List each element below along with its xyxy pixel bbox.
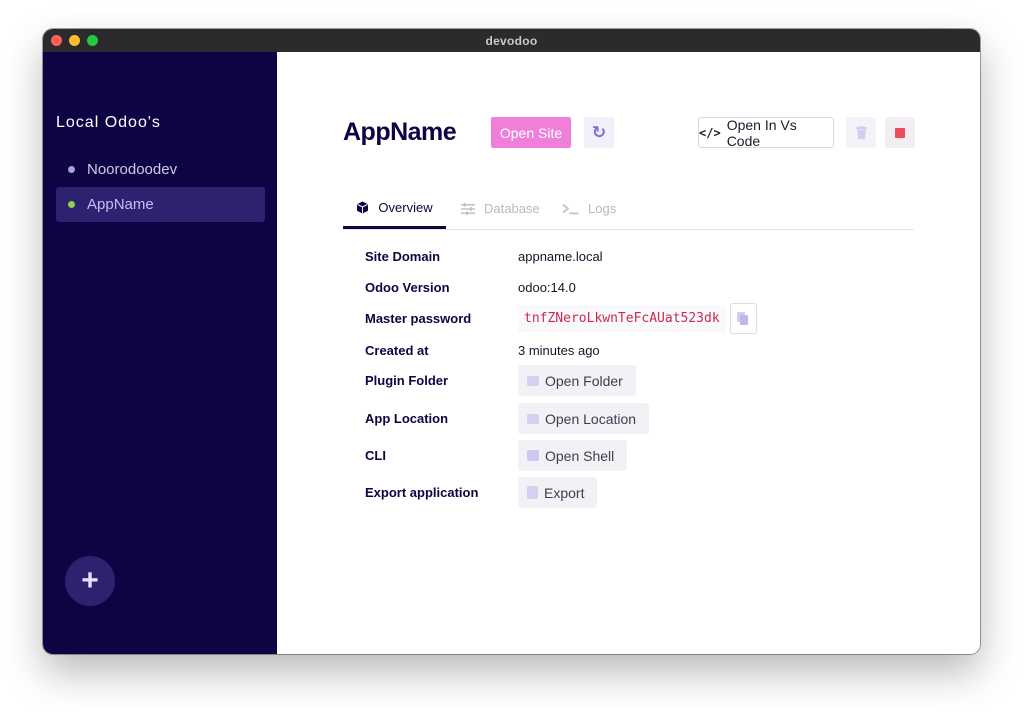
detail-label: Odoo Version	[365, 280, 450, 295]
detail-label: Created at	[365, 343, 429, 358]
tab-label: Database	[484, 201, 540, 216]
sidebar-title: Local Odoo's	[56, 114, 161, 131]
cube-icon	[357, 201, 369, 214]
open-shell-button[interactable]: Open Shell	[518, 440, 628, 471]
close-window-button[interactable]	[51, 35, 62, 46]
terminal-window-icon	[527, 450, 539, 461]
trash-icon	[855, 126, 867, 139]
maximize-window-button[interactable]	[87, 35, 98, 46]
status-dot-icon	[68, 166, 75, 173]
detail-label: CLI	[365, 448, 386, 463]
detail-row-app-location: App Location Open Location	[365, 403, 885, 434]
open-folder-button[interactable]: Open Folder	[518, 365, 636, 396]
tab-database[interactable]: Database	[461, 189, 540, 228]
refresh-button[interactable]: ↻	[584, 117, 614, 148]
open-location-button[interactable]: Open Location	[518, 403, 650, 434]
folder-icon	[527, 375, 539, 386]
open-shell-label: Open Shell	[545, 447, 615, 464]
detail-row-odoo-version: Odoo Version odoo:14.0	[365, 280, 885, 295]
detail-label: App Location	[365, 411, 449, 426]
window-controls	[51, 35, 98, 46]
tab-label: Overview	[378, 200, 433, 215]
app-window: devodoo Local Odoo's Noorodoodev AppName…	[43, 29, 980, 654]
detail-label: Master password	[365, 311, 472, 326]
detail-row-cli: CLI Open Shell	[365, 440, 885, 471]
status-dot-icon	[68, 201, 75, 208]
sidebar-item-label: Noorodoodev	[87, 161, 178, 178]
sidebar-list: Noorodoodev AppName	[56, 152, 265, 222]
window-title: devodoo	[485, 33, 538, 48]
title-bar: devodoo	[43, 29, 980, 52]
code-icon: </>	[699, 125, 721, 140]
sliders-icon	[461, 202, 475, 215]
detail-row-site-domain: Site Domain appname.local	[365, 249, 885, 264]
page-title: AppName	[343, 118, 457, 146]
tab-overview[interactable]: Overview	[343, 189, 446, 229]
export-button[interactable]: Export	[518, 477, 598, 508]
folder-icon	[527, 413, 539, 424]
main-panel: AppName Open Site ↻ </> Open In Vs Code	[277, 52, 980, 654]
detail-label: Site Domain	[365, 249, 441, 264]
detail-label: Export application	[365, 485, 479, 500]
master-password-value: tnfZNeroLkwnTeFcAUat523dk	[518, 305, 726, 332]
open-in-vscode-label: Open In Vs Code	[726, 116, 797, 149]
site-domain-value: appname.local	[518, 249, 603, 264]
minimize-window-button[interactable]	[69, 35, 80, 46]
sidebar-item-appname[interactable]: AppName	[56, 187, 265, 222]
delete-button[interactable]	[846, 117, 876, 148]
sidebar-item-noorodoodev[interactable]: Noorodoodev	[56, 152, 265, 187]
created-at-value: 3 minutes ago	[518, 343, 600, 358]
stop-button[interactable]	[885, 117, 915, 148]
sidebar-item-label: AppName	[87, 196, 154, 213]
open-location-label: Open Location	[545, 410, 637, 427]
plus-icon: +	[81, 564, 99, 597]
terminal-icon	[562, 203, 579, 214]
open-in-vscode-button[interactable]: </> Open In Vs Code	[698, 116, 834, 149]
tab-bar: Overview Database Logs	[343, 189, 914, 230]
open-site-button[interactable]: Open Site	[491, 117, 571, 148]
file-export-icon	[527, 486, 538, 499]
detail-row-plugin-folder: Plugin Folder Open Folder	[365, 365, 885, 396]
export-label: Export	[544, 484, 585, 501]
detail-row-export: Export application Export	[365, 477, 885, 508]
copy-password-button[interactable]	[729, 303, 757, 334]
odoo-version-value: odoo:14.0	[518, 280, 576, 295]
add-instance-button[interactable]: +	[65, 556, 115, 606]
tab-label: Logs	[588, 201, 617, 216]
open-folder-label: Open Folder	[545, 372, 623, 389]
copy-icon	[737, 312, 749, 325]
tab-logs[interactable]: Logs	[562, 189, 616, 228]
detail-row-created-at: Created at 3 minutes ago	[365, 343, 885, 358]
detail-row-master-password: Master password tnfZNeroLkwnTeFcAUat523d…	[365, 303, 885, 334]
refresh-icon: ↻	[591, 122, 607, 142]
sidebar: Local Odoo's Noorodoodev AppName +	[43, 52, 277, 654]
detail-label: Plugin Folder	[365, 373, 449, 388]
stop-icon	[895, 127, 905, 138]
